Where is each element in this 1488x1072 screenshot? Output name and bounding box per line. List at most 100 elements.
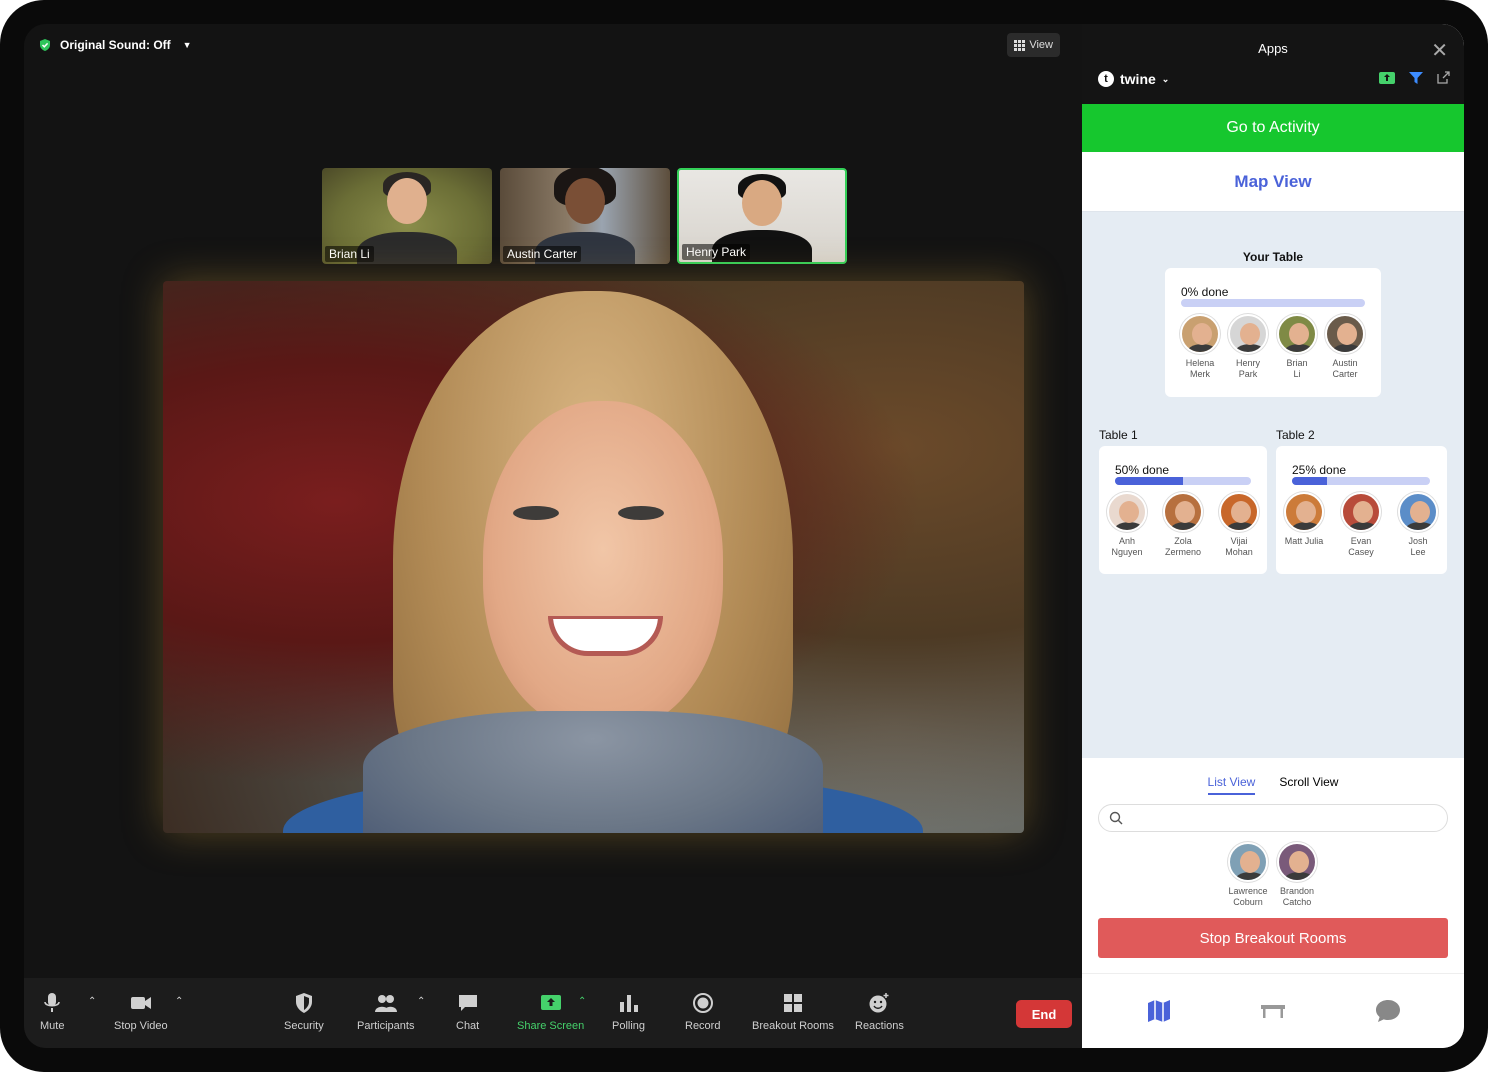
record-button[interactable]: Record [685,992,720,1032]
member-first: Matt Julia [1284,536,1324,546]
participant-tile-austin[interactable]: Austin Carter [500,168,670,264]
polling-button[interactable]: Polling [612,992,645,1032]
chevron-down-icon: ▼ [182,40,192,50]
filter-icon[interactable] [1409,71,1423,84]
view-button[interactable]: View [1007,33,1060,57]
participant-name: Austin Carter [503,246,582,262]
security-button[interactable]: Security [284,992,324,1032]
participants-options-caret[interactable]: ⌃ [417,996,425,1007]
share-app-icon[interactable] [1379,71,1395,84]
share-screen-icon [540,995,561,1010]
external-link-icon[interactable] [1437,71,1450,84]
app-switcher[interactable]: t twine ⌄ [1098,71,1169,87]
view-tabs: List View Scroll View [1082,775,1464,795]
smiley-icon [869,993,889,1013]
member-avatar[interactable]: Brian Li [1273,314,1321,380]
your-table-card[interactable]: 0% done Helena Merk Henry Park Brian Li Aus… [1165,268,1381,397]
stop-video-button[interactable]: Stop Video [114,992,168,1032]
participant-tile-brian[interactable]: Brian Li [322,168,492,264]
member-avatar[interactable]: Austin Carter [1321,314,1369,380]
member-first: Brandon [1279,886,1315,896]
participant-face [742,180,782,226]
avatar-image [1219,492,1259,532]
member-avatar[interactable]: Anh Nguyen [1103,492,1151,558]
bar-chart-icon [619,995,638,1012]
reactions-label: Reactions [855,1020,904,1032]
share-screen-label: Share Screen [517,1020,585,1032]
breakout-rooms-label: Breakout Rooms [752,1020,834,1032]
map-icon[interactable] [1146,998,1172,1024]
mute-button[interactable]: Mute [40,992,64,1032]
bottom-nav [1082,973,1464,1048]
member-last: Li [1293,369,1301,379]
twine-logo-icon: t [1098,71,1114,87]
speaker-scarf [363,711,823,833]
unassigned-avatar[interactable]: Lawrence Coburn [1224,842,1272,908]
table-1-card[interactable]: 50% done Anh Nguyen Zola Zermeno Vijai Moha… [1099,446,1267,574]
video-options-caret[interactable]: ⌃ [175,996,183,1007]
participants-button[interactable]: Participants [357,992,414,1032]
member-avatar[interactable]: Helena Merk [1176,314,1224,380]
apps-header: Apps ✕ t twine ⌄ [1082,24,1464,104]
search-input[interactable] [1098,804,1448,832]
original-sound-toggle[interactable]: Original Sound: Off ▼ [38,38,192,52]
member-avatar[interactable]: Vijai Mohan [1215,492,1263,558]
map-view-heading[interactable]: Map View [1082,152,1464,212]
member-last: Mohan [1225,547,1253,557]
original-sound-label: Original Sound: Off [60,38,171,52]
table-icon[interactable] [1260,998,1286,1024]
table-2-title: Table 2 [1276,428,1315,442]
progress-bar [1181,299,1365,307]
avatar-image [1325,314,1365,354]
stop-breakout-rooms-button[interactable]: Stop Breakout Rooms [1098,918,1448,958]
tab-scroll-view[interactable]: Scroll View [1279,775,1338,795]
avatar-image [1107,492,1147,532]
member-last: Zermeno [1164,547,1201,557]
end-meeting-button[interactable]: End [1016,1000,1072,1028]
progress-bar [1115,477,1251,485]
progress-fill [1292,477,1327,485]
participant-tile-henry[interactable]: Henry Park [677,168,847,264]
share-screen-button[interactable]: Share Screen [517,992,584,1032]
member-avatar[interactable]: Zola Zermeno [1159,492,1207,558]
member-last: Casey [1348,547,1374,557]
stop-video-label: Stop Video [114,1020,168,1032]
member-first: Vijai [1230,536,1248,546]
mute-options-caret[interactable]: ⌃ [88,996,96,1007]
chat-icon[interactable] [1375,998,1401,1024]
breakout-rooms-button[interactable]: Breakout Rooms [752,992,834,1032]
member-last: Lee [1410,547,1426,557]
tablet-frame: Original Sound: Off ▼ View Brian Li Aust… [0,0,1488,1072]
avatar-image [1277,842,1317,882]
view-label: View [1029,39,1053,51]
unassigned-avatar[interactable]: Brandon Catcho [1273,842,1321,908]
close-icon[interactable]: ✕ [1431,38,1448,63]
progress-fill [1115,477,1183,485]
reactions-button[interactable]: Reactions [855,992,904,1032]
share-options-caret[interactable]: ⌃ [578,996,586,1007]
member-last: Nguyen [1111,547,1143,557]
avatar-image [1228,842,1268,882]
tab-list-view[interactable]: List View [1207,775,1256,795]
participant-face [387,178,427,224]
member-last: Coburn [1233,897,1263,907]
member-first: Austin [1332,358,1358,368]
member-first: Lawrence [1228,886,1268,896]
speaker-eye [618,506,664,520]
member-avatar[interactable]: Josh Lee [1394,492,1442,558]
member-first: Helena [1185,358,1215,368]
polling-label: Polling [612,1020,646,1032]
progress-bar [1292,477,1430,485]
member-avatar[interactable]: Matt Julia [1280,492,1328,547]
member-avatar[interactable]: Henry Park [1224,314,1272,380]
chat-bubble-icon [458,995,477,1011]
people-icon [374,995,397,1012]
member-avatar[interactable]: Evan Casey [1337,492,1385,558]
go-to-activity-button[interactable]: Go to Activity [1082,104,1464,152]
chat-button[interactable]: Chat [456,992,479,1032]
table-2-card[interactable]: 25% done Matt Julia Evan Casey Josh Lee [1276,446,1447,574]
header-actions [1379,71,1450,84]
active-speaker-video [163,281,1024,833]
map-area: Your Table 0% done Helena Merk Henry Park … [1082,212,1464,758]
avatar-image [1180,314,1220,354]
